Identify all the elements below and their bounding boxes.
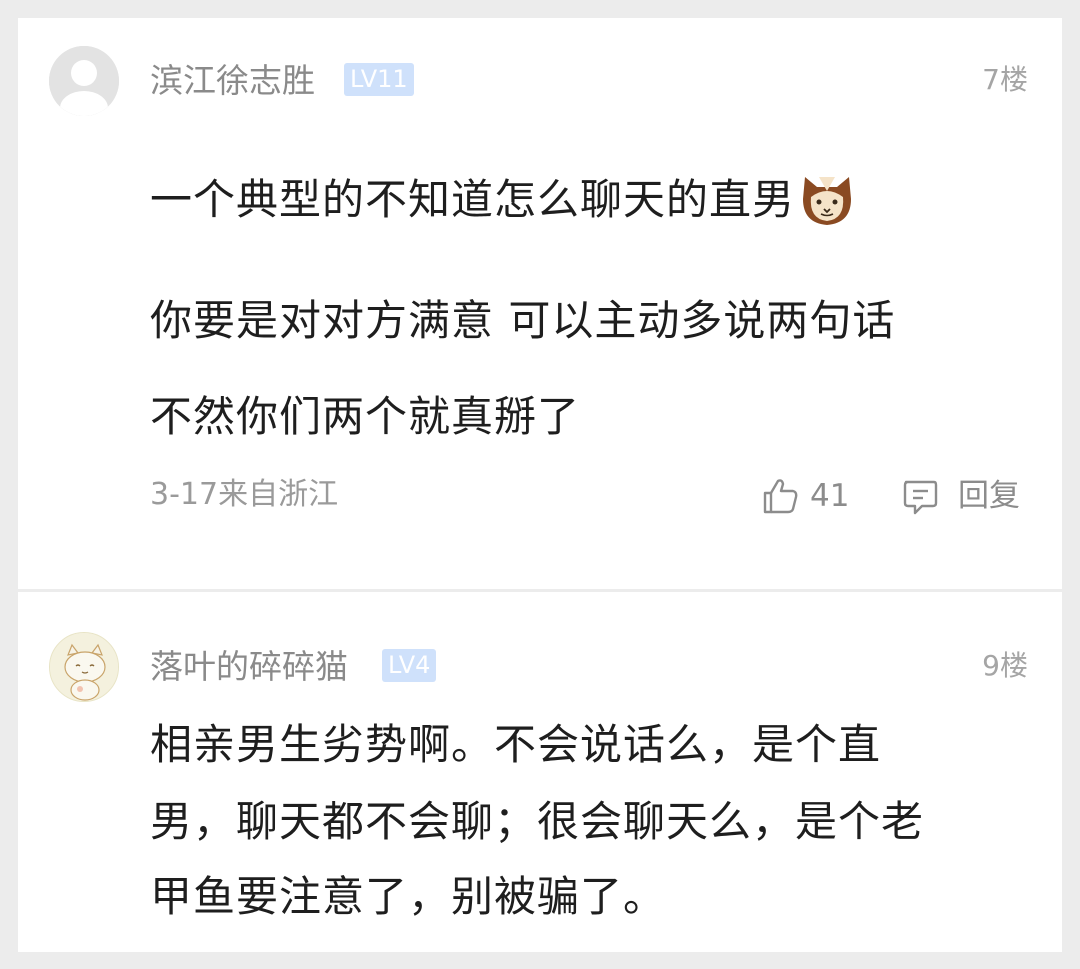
comment-text-line: 一个典型的不知道怎么聊天的直男 [150, 169, 857, 236]
floor-number: 7楼 [982, 63, 1028, 96]
cartoon-cat-avatar-icon [50, 633, 118, 701]
reply-button[interactable]: 回复 [900, 476, 1020, 516]
comment-text: 男，聊天都不会聊；很会聊天么，是个老 [150, 797, 925, 846]
comment-text: 不然你们两个就真掰了 [150, 392, 581, 441]
comment-text: 一个典型的不知道怎么聊天的直男 [150, 175, 796, 224]
comment-card: 落叶的碎碎猫 LV4 9楼 相亲男生劣势啊。不会说话么，是个直 男，聊天都不会聊… [18, 592, 1062, 952]
username[interactable]: 滨江徐志胜 [150, 64, 315, 97]
reply-label: 回复 [958, 477, 1020, 514]
level-badge: LV4 [382, 649, 437, 682]
thumbs-up-icon [763, 479, 798, 514]
level-badge: LV11 [344, 63, 414, 96]
avatar[interactable] [49, 46, 119, 116]
comment-text: 相亲男生劣势啊。不会说话么，是个直 [150, 720, 882, 769]
like-count: 41 [810, 477, 850, 514]
date-location: 3-17来自浙江 [150, 477, 339, 512]
floor-number: 9楼 [982, 649, 1028, 682]
default-avatar-icon [49, 46, 119, 116]
comment-card: 滨江徐志胜 LV11 7楼 一个典型的不知道怎么聊天的直男 你要是对对方满意 可… [18, 18, 1062, 589]
username[interactable]: 落叶的碎碎猫 [150, 650, 348, 683]
comment-text: 你要是对对方满意 可以主动多说两句话 [150, 296, 896, 345]
like-button[interactable]: 41 [760, 476, 849, 516]
comment-text: 甲鱼要注意了，别被骗了。 [150, 872, 667, 921]
comment-bubble-icon [903, 480, 938, 515]
cat-face-emoji-icon [797, 169, 857, 236]
avatar[interactable] [49, 632, 119, 702]
